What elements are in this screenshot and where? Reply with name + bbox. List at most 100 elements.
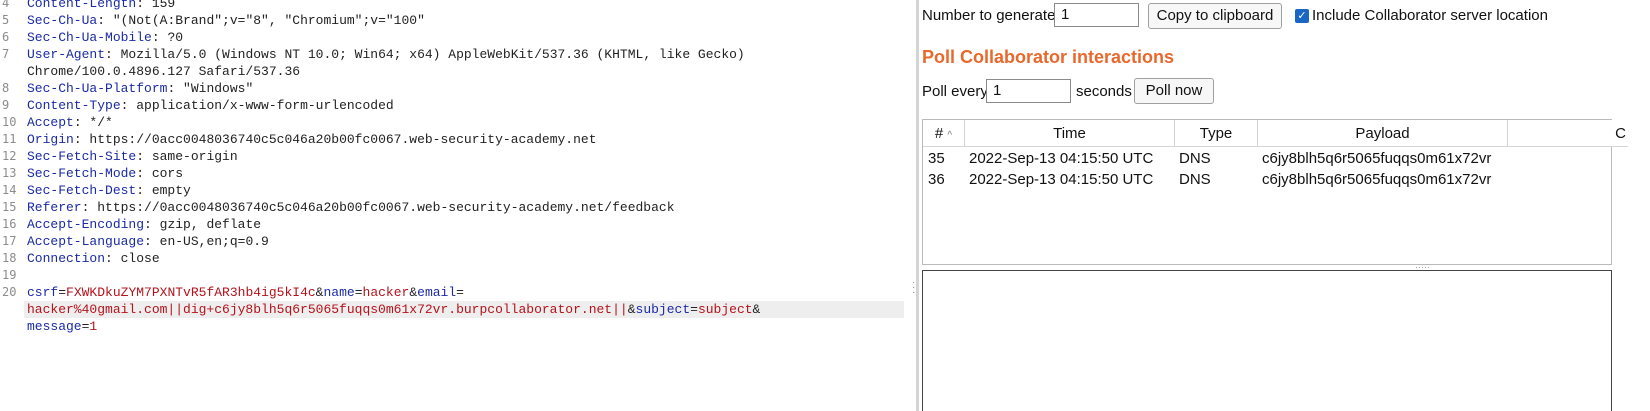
param-name: subject <box>635 302 691 317</box>
line-number-gutter: 4 5 6 7 8 9 10 11 12 13 14 15 16 17 18 19 20 <box>0 0 24 411</box>
interaction-detail-pane[interactable] <box>922 270 1612 411</box>
poll-interval-input[interactable]: 1 <box>986 79 1071 103</box>
collaborator-panel: Number to generate: 1 Copy to clipboard … <box>919 0 1650 411</box>
body-line: message=1 <box>27 319 98 334</box>
header-name: Content-Type <box>27 98 121 113</box>
header-value: ?0 <box>159 30 184 45</box>
header-line: User-Agent: Mozilla/5.0 (Windows NT 10.0… <box>27 47 745 62</box>
line-number: 11 <box>2 132 17 146</box>
poll-now-button[interactable]: Poll now <box>1134 78 1214 104</box>
sort-up-icon: ^ <box>947 130 953 141</box>
number-to-generate-input[interactable]: 1 <box>1054 3 1139 27</box>
line-number: 14 <box>2 183 17 197</box>
header-line: Content-Length: 159 <box>27 0 175 12</box>
line-number: 13 <box>2 166 17 180</box>
header-line-continuation: Chrome/100.0.4896.127 Safari/537.36 <box>27 64 301 79</box>
row-number: 35 <box>928 150 945 167</box>
request-editor[interactable]: 4 5 6 7 8 9 10 11 12 13 14 15 16 17 18 19 20 Content-Len… <box>0 0 916 411</box>
row-payload: c6jy8blh5q6r5065fuqqs0m61x72vr <box>1262 150 1492 167</box>
line-number: 18 <box>2 251 17 265</box>
line-number: 15 <box>2 200 17 214</box>
divider-grip-icon[interactable]: · · · <box>912 278 915 298</box>
header-value: empty <box>144 183 191 198</box>
header-name: Sec-Fetch-Dest <box>27 183 137 198</box>
column-header-type[interactable]: Type <box>1175 120 1258 147</box>
row-payload: c6jy8blh5q6r5065fuqqs0m61x72vr <box>1262 171 1492 188</box>
line-number: 20 <box>2 285 17 299</box>
header-value: gzip, deflate <box>151 217 262 232</box>
line-number: 8 <box>2 81 10 95</box>
seconds-label: seconds <box>1076 83 1132 100</box>
header-line: Accept-Language: en-US,en;q=0.9 <box>27 234 269 249</box>
header-name: Accept-Language <box>27 234 145 249</box>
header-name: Accept <box>27 115 74 130</box>
line-number: 17 <box>2 234 17 248</box>
header-name: Referer <box>27 200 82 215</box>
row-type: DNS <box>1179 150 1211 167</box>
header-line: Connection: close <box>27 251 160 266</box>
header-value: 159 <box>144 0 176 11</box>
number-to-generate-label: Number to generate: <box>922 7 1060 24</box>
row-number: 36 <box>928 171 945 188</box>
poll-every-label: Poll every <box>922 83 988 100</box>
line-number: 10 <box>2 115 17 129</box>
column-header-payload[interactable]: Payload <box>1258 120 1508 147</box>
column-header-number[interactable]: # ^ <box>923 120 965 147</box>
line-number: 4 <box>2 0 10 10</box>
body-line: csrf=FXWKDkuZYM7PXNTvR5fAR3hb4ig5kI4c&na… <box>27 285 464 300</box>
line-number: 6 <box>2 30 10 44</box>
header-name: User-Agent <box>27 47 106 62</box>
line-number: 19 <box>2 268 17 282</box>
param-name: csrf <box>27 285 59 300</box>
copy-to-clipboard-button[interactable]: Copy to clipboard <box>1148 3 1282 29</box>
row-time: 2022-Sep-13 04:15:50 UTC <box>969 150 1154 167</box>
body-line: hacker%40gmail.com||dig+c6jy8blh5q6r5065… <box>27 302 761 317</box>
row-time: 2022-Sep-13 04:15:50 UTC <box>969 171 1154 188</box>
column-header-time[interactable]: Time <box>965 120 1175 147</box>
header-line: Sec-Fetch-Mode: cors <box>27 166 184 181</box>
line-number: 9 <box>2 98 10 112</box>
header-value: cors <box>144 166 184 181</box>
header-line: Content-Type: application/x-www-form-url… <box>27 98 394 113</box>
line-number: 5 <box>2 13 10 27</box>
param-name: message <box>27 319 82 334</box>
header-value: https://0acc0048036740c5c046a20b00fc0067… <box>89 200 675 215</box>
param-name: email <box>417 285 457 300</box>
header-line: Referer: https://0acc0048036740c5c046a20… <box>27 200 675 215</box>
param-name: name <box>323 285 355 300</box>
header-value: en-US,en;q=0.9 <box>151 234 269 249</box>
header-value: "(Not(A:Brand";v="8", "Chromium";v="100" <box>105 13 425 28</box>
header-value: same-origin <box>144 149 238 164</box>
header-name: Sec-Fetch-Mode <box>27 166 137 181</box>
header-name: Connection <box>27 251 106 266</box>
include-server-location-label: Include Collaborator server location <box>1312 7 1548 24</box>
header-line: Accept: */* <box>27 115 113 130</box>
interactions-table[interactable]: # ^ Time Type Payload C 35 2022-Sep-13 0… <box>922 119 1628 265</box>
line-number: 12 <box>2 149 17 163</box>
param-value: FXWKDkuZYM7PXNTvR5fAR3hb4ig5kI4c <box>66 285 316 300</box>
header-name: Sec-Ch-Ua <box>27 13 98 28</box>
header-name: Content-Length <box>27 0 137 11</box>
header-value: application/x-www-form-urlencoded <box>128 98 394 113</box>
line-number: 7 <box>2 47 10 61</box>
param-value: hacker <box>362 285 410 300</box>
header-value: https://0acc0048036740c5c046a20b00fc0067… <box>81 132 597 147</box>
header-value: */* <box>81 115 113 130</box>
param-value: 1 <box>89 319 98 334</box>
header-line: Sec-Ch-Ua-Platform: "Windows" <box>27 81 254 96</box>
include-server-location-checkbox[interactable]: ✓ <box>1295 9 1309 23</box>
row-type: DNS <box>1179 171 1211 188</box>
header-name: Sec-Ch-Ua-Mobile <box>27 30 152 45</box>
header-name: Sec-Ch-Ua-Platform <box>27 81 168 96</box>
header-line: Sec-Ch-Ua: "(Not(A:Brand";v="8", "Chromi… <box>27 13 425 28</box>
header-line: Sec-Fetch-Dest: empty <box>27 183 191 198</box>
header-value: Mozilla/5.0 (Windows NT 10.0; Win64; x64… <box>112 47 745 62</box>
param-value: subject <box>697 302 753 317</box>
line-number: 16 <box>2 217 17 231</box>
header-name: Sec-Fetch-Site <box>27 149 137 164</box>
header-value: "Windows" <box>175 81 254 96</box>
header-name: Accept-Encoding <box>27 217 145 232</box>
header-name: Origin <box>27 132 74 147</box>
column-header-comment[interactable]: C <box>1508 120 1628 147</box>
param-value: hacker%40gmail.com||dig+c6jy8blh5q6r5065… <box>27 302 628 317</box>
